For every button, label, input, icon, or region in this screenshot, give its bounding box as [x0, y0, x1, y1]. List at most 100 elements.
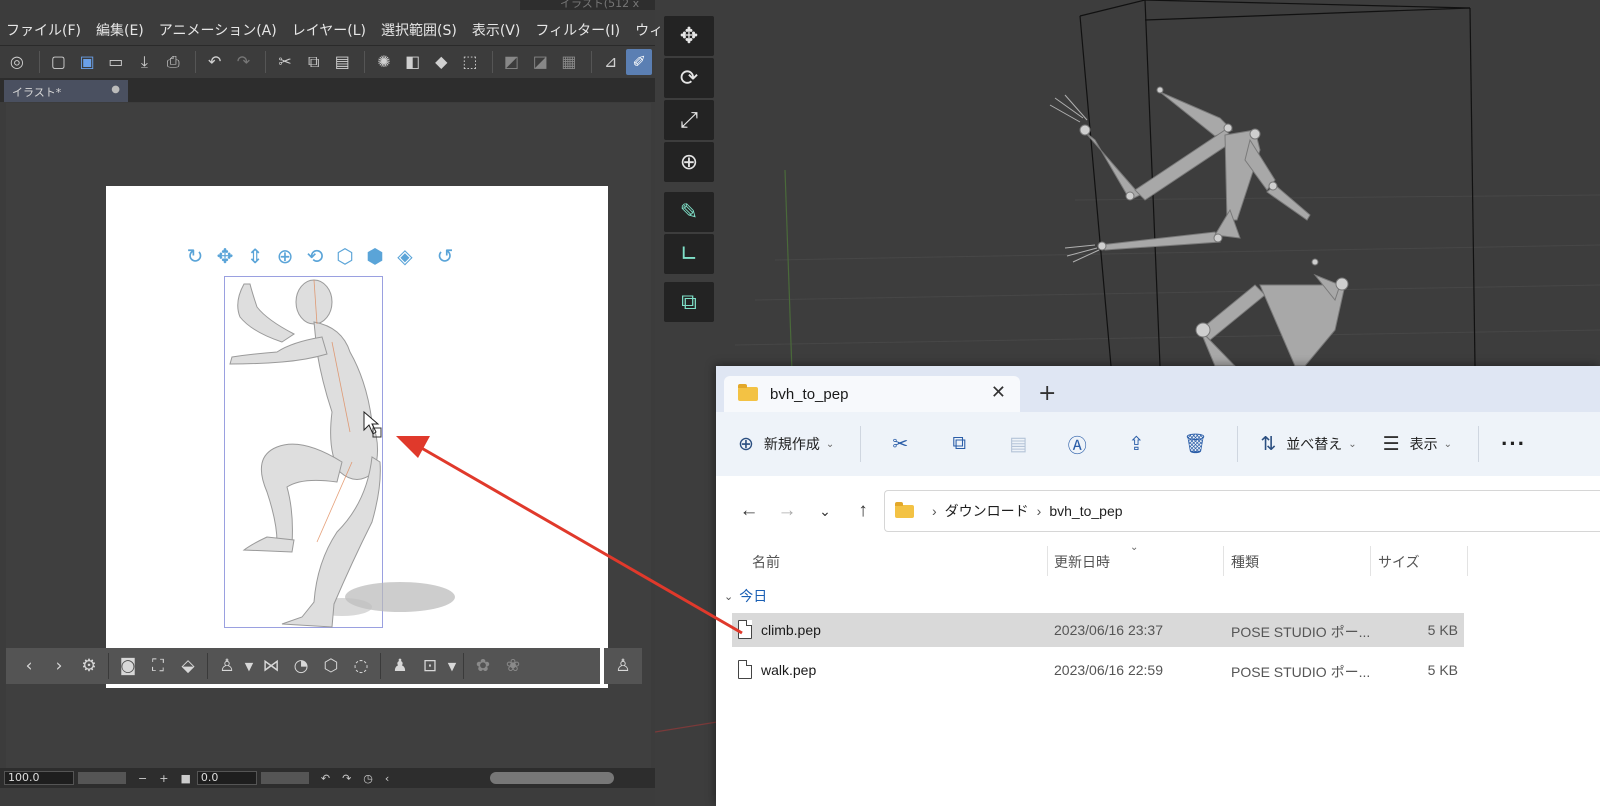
deselect-icon[interactable]: ◩ [499, 49, 525, 75]
open-folder-icon[interactable]: ▭ [103, 49, 129, 75]
explorer-tab[interactable]: bvh_to_pep ✕ [724, 376, 1020, 412]
loading-icon[interactable]: ✺ [371, 49, 397, 75]
pose-figure-icon[interactable]: ♙ [212, 652, 242, 680]
column-header-size[interactable]: サイズ [1378, 552, 1420, 572]
column-divider[interactable] [1223, 546, 1224, 576]
register-pose-icon[interactable]: ♟ [385, 652, 415, 680]
camera-rotate-icon[interactable]: ↻ [182, 243, 208, 269]
menu-edit[interactable]: 編集(E) [90, 20, 153, 40]
zoom-out-button[interactable]: − [138, 772, 147, 785]
menu-file[interactable]: ファイル(F) [0, 20, 90, 40]
selection-border-icon[interactable]: ▦ [556, 49, 582, 75]
scroll-left-icon[interactable]: ‹ [385, 772, 389, 785]
new-file-icon[interactable]: ▢ [46, 49, 72, 75]
group-header-today[interactable]: ⌄ 今日 [724, 586, 767, 606]
hand-register-icon[interactable]: ❀ [498, 652, 528, 680]
3d-drawing-figure[interactable] [222, 272, 462, 642]
new-page-icon[interactable]: ▣ [74, 49, 100, 75]
view-button[interactable]: ☰ 表示 ⌄ [1383, 433, 1452, 456]
transform-box-icon[interactable]: ⬚ [457, 49, 483, 75]
fit-view-icon[interactable]: ⛶ [143, 652, 173, 680]
column-divider[interactable] [1467, 546, 1468, 576]
copy-icon[interactable]: ⧉ [942, 427, 976, 461]
hand-pose-icon[interactable]: ✿ [468, 652, 498, 680]
up-icon[interactable]: ↑ [846, 500, 880, 522]
ruler-angle-icon[interactable]: ∟ [664, 234, 714, 274]
rotation-value[interactable]: 0.0 [196, 771, 257, 785]
rotate-left-icon[interactable]: ↶ [321, 772, 330, 785]
breadcrumb-separator-icon[interactable]: › [932, 503, 937, 519]
horizontal-scrollbar[interactable] [490, 772, 614, 784]
document-tab[interactable]: イラスト* ● [4, 80, 128, 102]
object-rotate-icon[interactable]: ⟲ [302, 243, 328, 269]
body-shape-icon[interactable]: ⊡ [415, 652, 445, 680]
dropdown-arrow-icon[interactable]: ▼ [242, 652, 256, 680]
zoom-slider[interactable] [78, 772, 126, 784]
breadcrumb-separator-icon[interactable]: › [1037, 503, 1042, 519]
menu-selection[interactable]: 選択範囲(S) [375, 20, 466, 40]
fill-shape-icon[interactable]: ◆ [428, 49, 454, 75]
brush-icon[interactable]: ✐ [626, 48, 653, 75]
app-logo-icon[interactable]: ◎ [4, 49, 30, 75]
file-row-walk[interactable]: walk.pep 2023/06/16 22:59 POSE STUDIO ポー… [732, 653, 1464, 687]
ik-icon[interactable]: ◌ [346, 652, 376, 680]
camera-icon[interactable]: ◙ [113, 652, 143, 680]
menu-filter[interactable]: フィルター(I) [529, 20, 629, 40]
figure-settings-icon[interactable]: ♙ [604, 648, 642, 684]
breadcrumb-current[interactable]: bvh_to_pep [1049, 503, 1122, 519]
undo-icon[interactable]: ↶ [202, 49, 228, 75]
scale-icon[interactable]: ⤢ [664, 100, 714, 140]
dropdown-arrow-icon[interactable]: ▼ [445, 652, 459, 680]
column-divider[interactable] [1370, 546, 1371, 576]
menu-window[interactable]: ウィ [629, 20, 672, 40]
prev-icon[interactable]: ‹ [14, 652, 44, 680]
recent-locations-icon[interactable]: ⌄ [808, 503, 842, 520]
fill-icon[interactable]: ◧ [400, 49, 426, 75]
add-cube-icon[interactable]: ⧉ [664, 282, 714, 322]
file-row-climb[interactable]: climb.pep 2023/06/16 23:37 POSE STUDIO ポ… [732, 613, 1464, 647]
ruler-icon[interactable]: ⊿ [598, 49, 624, 75]
export-icon[interactable]: ⎙ [160, 49, 186, 75]
column-header-date[interactable]: 更新日時 [1054, 552, 1110, 572]
invert-selection-icon[interactable]: ◪ [527, 49, 553, 75]
camera-pan-icon[interactable]: ✥ [212, 243, 238, 269]
ground-icon[interactable]: ⬙ [173, 652, 203, 680]
rotate-right-icon[interactable]: ↷ [342, 772, 351, 785]
reset-rotation-icon[interactable]: ◷ [363, 772, 373, 785]
more-options-icon[interactable]: ··· [1501, 431, 1526, 457]
column-header-name[interactable]: 名前 [752, 552, 780, 572]
transform-icon[interactable]: ⊕ [664, 142, 714, 182]
sort-button[interactable]: ⇅ 並べ替え ⌄ [1260, 433, 1356, 456]
rotation-slider[interactable] [260, 772, 309, 784]
breadcrumb-downloads[interactable]: ダウンロード [945, 501, 1029, 521]
flip-icon[interactable]: ⋈ [256, 652, 286, 680]
object-rotate-z-icon[interactable]: ◈ [392, 243, 418, 269]
rename-icon[interactable]: Ⓐ [1060, 427, 1094, 461]
cut-icon[interactable]: ✂ [272, 49, 298, 75]
forward-icon[interactable]: → [770, 500, 804, 522]
new-button[interactable]: ⊕ 新規作成 ⌄ [738, 433, 834, 456]
fit-button[interactable]: ■ [180, 772, 190, 785]
menu-layer[interactable]: レイヤー(L) [286, 20, 375, 40]
new-tab-icon[interactable]: + [1038, 381, 1056, 406]
camera-dolly-icon[interactable]: ⇕ [242, 243, 268, 269]
object-move-icon[interactable]: ⊕ [272, 243, 298, 269]
draw-path-icon[interactable]: ✎ [664, 192, 714, 232]
paste-icon[interactable]: ▤ [1001, 427, 1035, 461]
wrench-icon[interactable]: ⚙ [74, 652, 104, 680]
address-bar[interactable]: › ダウンロード › bvh_to_pep [884, 490, 1600, 532]
zoom-in-button[interactable]: + [159, 772, 168, 785]
next-icon[interactable]: › [44, 652, 74, 680]
menu-animation[interactable]: アニメーション(A) [153, 20, 286, 40]
column-header-type[interactable]: 種類 [1231, 552, 1259, 572]
body-lock-icon[interactable]: ◔ [286, 652, 316, 680]
save-icon[interactable]: ⤓ [132, 49, 158, 75]
close-tab-icon[interactable]: ✕ [991, 382, 1006, 403]
copy-icon[interactable]: ⧉ [301, 49, 327, 75]
ground-snap-icon[interactable]: ↺ [432, 243, 458, 269]
zoom-value[interactable]: 100.0 [4, 771, 74, 785]
column-divider[interactable] [1047, 546, 1048, 576]
share-icon[interactable]: ⇪ [1119, 427, 1153, 461]
cut-icon[interactable]: ✂ [883, 427, 917, 461]
paste-icon[interactable]: ▤ [330, 49, 356, 75]
